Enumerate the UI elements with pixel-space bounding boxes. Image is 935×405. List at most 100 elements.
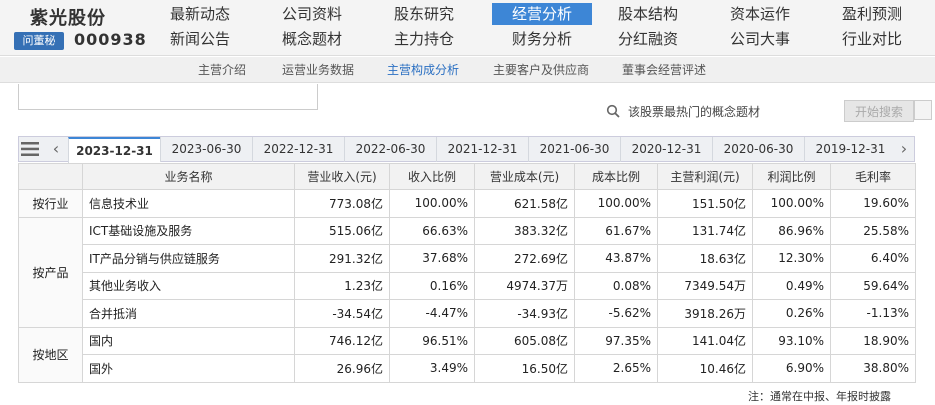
value-cell: 25.58% [830,216,916,245]
value-cell: 12.30% [752,244,831,273]
tab-date-7[interactable]: 2020-06-30 [712,137,804,162]
content-panel-edge [18,84,318,110]
nav-item-1-0[interactable]: 新闻公告 [150,28,250,50]
value-cell: 605.08亿 [474,326,575,355]
nav-item-1-2[interactable]: 主力持仓 [374,28,474,50]
value-cell: 515.06亿 [294,216,390,245]
value-cell: 100.00% [752,189,831,218]
tab-date-8[interactable]: 2019-12-31 [804,137,896,162]
tab-date-1[interactable]: 2023-06-30 [160,137,252,162]
category-cell: 按行业 [18,189,83,218]
nav-item-0-0[interactable]: 最新动态 [150,3,250,25]
tab-date-0[interactable]: 2023-12-31 [68,137,160,163]
value-cell: -34.54亿 [294,299,390,328]
header-cost: 营业成本(元) [474,163,575,190]
nav-item-1-4[interactable]: 分红融资 [598,28,698,50]
concept-search-input[interactable] [628,100,840,122]
value-cell: 1.23亿 [294,271,390,300]
start-search-button[interactable]: 开始搜索 [844,100,914,122]
tab-date-6[interactable]: 2020-12-31 [620,137,712,162]
ask-secretary-button[interactable]: 问董秘 [14,32,64,50]
tab-date-4[interactable]: 2021-12-31 [436,137,528,162]
stock-header: 紫光股份 问董秘 000938 最新动态 公司资料 股东研究 经营分析 股本结构 资本运作… [0,0,935,56]
value-cell: 773.08亿 [294,189,390,218]
nav-item-0-3[interactable]: 经营分析 [492,3,592,25]
table-body: 按行业 信息技术业 773.08亿 100.00% 621.58亿 100.00% 151.… [18,189,916,383]
value-cell: 10.46亿 [657,354,753,383]
business-name-cell: IT产品分销与供应链服务 [82,244,295,273]
value-cell: -4.47% [389,299,475,328]
nav-item-0-2[interactable]: 股东研究 [374,3,474,25]
value-cell: 16.50亿 [474,354,575,383]
subnav-item-composition[interactable]: 主营构成分析 [387,57,459,83]
value-cell: -5.62% [574,299,658,328]
header-category [18,163,83,190]
nav-item-0-1[interactable]: 公司资料 [262,3,362,25]
value-cell: -34.93亿 [474,299,575,328]
value-cell: 272.69亿 [474,244,575,273]
menu-icon[interactable] [20,139,40,159]
nav-item-1-1[interactable]: 概念题材 [262,28,362,50]
nav-item-0-4[interactable]: 股本结构 [598,3,698,25]
value-cell: 6.40% [830,244,916,273]
value-cell: 291.32亿 [294,244,390,273]
value-cell: 26.96亿 [294,354,390,383]
subnav-item-customers[interactable]: 主要客户及供应商 [493,57,589,83]
header-revenue: 营业收入(元) [294,163,390,190]
value-cell: 746.12亿 [294,326,390,355]
tab-date-3[interactable]: 2022-06-30 [344,137,436,162]
header-business-name: 业务名称 [82,163,295,190]
value-cell: 7349.54万 [657,271,753,300]
value-cell: 3918.26万 [657,299,753,328]
value-cell: 100.00% [574,189,658,218]
subnav-item-intro[interactable]: 主营介绍 [198,57,246,83]
chevron-left-icon[interactable]: ‹ [44,138,68,160]
header-cost-ratio: 成本比例 [574,163,658,190]
business-name-cell: 其他业务收入 [82,271,295,300]
business-name-cell: ICT基础设施及服务 [82,216,295,245]
value-cell: 4974.37万 [474,271,575,300]
value-cell: 19.60% [830,189,916,218]
subnav-item-ops-data[interactable]: 运营业务数据 [282,57,354,83]
value-cell: 383.32亿 [474,216,575,245]
stock-name: 紫光股份 [30,8,106,29]
value-cell: 18.90% [830,326,916,355]
nav-item-0-5[interactable]: 资本运作 [710,3,810,25]
subnav-item-board-review[interactable]: 董事会经营评述 [622,57,706,83]
tab-date-2[interactable]: 2022-12-31 [252,137,344,162]
category-cell: 按产品 [18,216,83,328]
tab-date-5[interactable]: 2021-06-30 [528,137,620,162]
value-cell: 0.26% [752,299,831,328]
value-cell: 97.35% [574,326,658,355]
table-row: 按地区 国内 746.12亿 96.51% 605.08亿 97.35% 141.04亿 93… [18,326,916,383]
value-cell: -1.13% [830,299,916,328]
footnote: 注：通常在中报、年报时披露 [748,390,891,403]
stock-code: 000938 [74,30,147,49]
table-row: 国外 26.96亿 3.49% 16.50亿 2.65% 10.46亿 6.90% 38.80… [19,354,916,383]
value-cell: 18.63亿 [657,244,753,273]
nav-item-1-3[interactable]: 财务分析 [492,28,592,50]
nav-item-0-6[interactable]: 盈利预测 [822,3,922,25]
value-cell: 3.49% [389,354,475,383]
business-composition-table: 业务名称 营业收入(元) 收入比例 营业成本(元) 成本比例 主营利润(元) 利… [18,163,916,383]
value-cell: 93.10% [752,326,831,355]
header-profit-ratio: 利润比例 [752,163,831,190]
search-icon [606,104,620,118]
value-cell: 6.90% [752,354,831,383]
nav-item-1-5[interactable]: 公司大事 [710,28,810,50]
nav-item-1-6[interactable]: 行业对比 [822,28,922,50]
table-row: 合并抵消 -34.54亿 -4.47% -34.93亿 -5.62% 3918.26万 0.… [19,299,916,328]
value-cell: 2.65% [574,354,658,383]
value-cell: 0.08% [574,271,658,300]
table-row: 其他业务收入 1.23亿 0.16% 4974.37万 0.08% 7349.54万 0.4… [19,271,916,300]
value-cell: 59.64% [830,271,916,300]
scroll-handle[interactable] [914,100,932,120]
value-cell: 38.80% [830,354,916,383]
table-row: 按产品 ICT基础设施及服务 515.06亿 66.63% 383.32亿 61.67% 1… [18,216,916,328]
category-cell: 按地区 [18,326,83,383]
value-cell: 96.51% [389,326,475,355]
chevron-right-icon[interactable]: › [892,138,916,160]
business-name-cell: 国内 [82,326,295,355]
table-header-row: 业务名称 营业收入(元) 收入比例 营业成本(元) 成本比例 主营利润(元) 利… [18,163,916,190]
value-cell: 100.00% [389,189,475,218]
